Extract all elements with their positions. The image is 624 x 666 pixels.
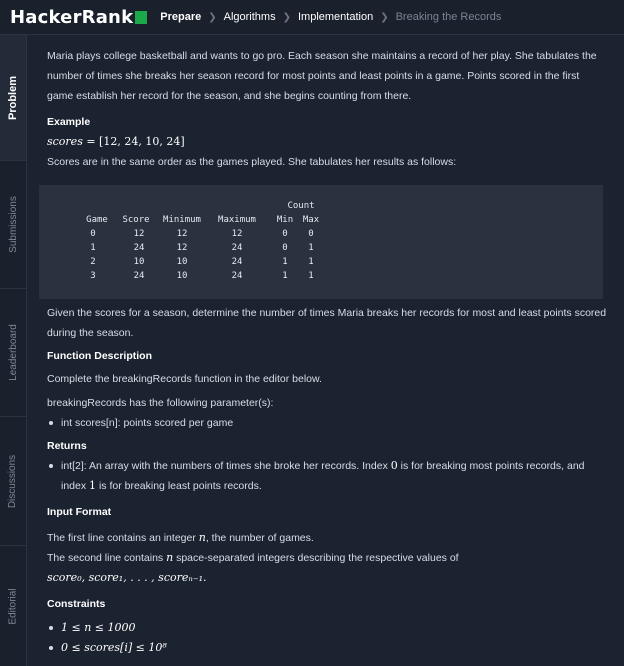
parameter-list: int scores[n]: points scored per game xyxy=(47,413,607,433)
input-text-part: The first line contains an integer xyxy=(47,532,199,544)
tab-leaderboard[interactable]: Leaderboard xyxy=(0,289,26,417)
table-cell: 0 xyxy=(308,229,314,239)
constraints-list: 1 ≤ n ≤ 1000 0 ≤ scores[i] ≤ 10⁸ xyxy=(47,618,607,658)
returns-text-part: is for breaking least points records. xyxy=(96,480,262,492)
constraint-scores: 0 ≤ scores[i] ≤ 10⁸ xyxy=(61,641,167,654)
input-format-line-2: The second line contains n space-separat… xyxy=(47,548,607,568)
tab-problem[interactable]: Problem xyxy=(0,35,26,161)
returns-heading: Returns xyxy=(47,440,87,452)
results-table: Count Game Score Minimum Maximum Min Max… xyxy=(39,185,603,299)
breadcrumb-implementation[interactable]: Implementation xyxy=(298,11,373,23)
input-text-part: , the number of games. xyxy=(205,532,314,544)
table-cell: 12 xyxy=(133,229,145,239)
table-cell: 2 xyxy=(90,257,96,267)
input-format-heading: Input Format xyxy=(47,506,112,518)
table-cell: 12 xyxy=(231,229,243,239)
table-cell: 24 xyxy=(133,271,145,281)
table-cell: 10 xyxy=(176,271,188,281)
tab-editorial[interactable]: Editorial xyxy=(0,546,26,666)
table-cell: 24 xyxy=(231,257,243,267)
list-item: 0 ≤ scores[i] ≤ 10⁸ xyxy=(47,638,607,658)
chevron-right-icon: ❯ xyxy=(208,11,217,23)
logo-text: HackerRank xyxy=(10,6,134,28)
table-cell: 3 xyxy=(90,271,96,281)
example-heading: Example xyxy=(47,116,91,128)
constraint-n: 1 ≤ n ≤ 1000 xyxy=(61,621,136,634)
returns-text-part: int[2]: An array with the numbers of tim… xyxy=(61,460,391,472)
breadcrumb-prepare[interactable]: Prepare xyxy=(160,11,201,23)
column-header: Minimum xyxy=(163,215,201,225)
problem-sidebar-tabs: Problem Submissions Leaderboard Discussi… xyxy=(0,35,27,666)
problem-statement-details: Given the scores for a season, determine… xyxy=(47,303,607,658)
tab-submissions-label: Submissions xyxy=(7,196,19,253)
table-cell: 1 xyxy=(90,243,96,253)
column-header: Max xyxy=(302,215,320,225)
breadcrumb: Prepare ❯ Algorithms ❯ Implementation ❯ … xyxy=(160,11,501,23)
example-value: = [12, 24, 10, 24] xyxy=(82,135,185,148)
example-formula: scores = [12, 24, 10, 24] xyxy=(47,132,607,152)
returns-index-zero: 0 xyxy=(390,459,398,472)
column-header: Score xyxy=(122,215,150,225)
table-cell: 1 xyxy=(308,271,314,281)
tab-discussions[interactable]: Discussions xyxy=(0,417,26,546)
tab-submissions[interactable]: Submissions xyxy=(0,161,26,289)
chevron-right-icon: ❯ xyxy=(282,11,291,23)
list-item: int[2]: An array with the numbers of tim… xyxy=(47,456,607,496)
table-cell: 24 xyxy=(133,243,145,253)
tab-discussions-label: Discussions xyxy=(7,454,19,508)
table-cell: 12 xyxy=(176,243,188,253)
input-format-line-1: The first line contains an integer n, th… xyxy=(47,528,607,548)
table-cell: 1 xyxy=(308,257,314,267)
column-header: Game xyxy=(86,215,108,225)
table-cell: 12 xyxy=(176,229,188,239)
top-navigation-bar: HackerRank Prepare ❯ Algorithms ❯ Implem… xyxy=(0,0,624,35)
returns-list: int[2]: An array with the numbers of tim… xyxy=(47,456,607,496)
breadcrumb-algorithms[interactable]: Algorithms xyxy=(224,11,276,23)
table-cell: 1 xyxy=(308,243,314,253)
tabulate-text: Scores are in the same order as the game… xyxy=(47,156,457,168)
input-text-part: space-separated integers describing the … xyxy=(173,552,459,564)
function-description-heading: Function Description xyxy=(47,350,152,362)
table-cell: 10 xyxy=(176,257,188,267)
chevron-right-icon: ❯ xyxy=(380,11,389,23)
returns-index-one: 1 xyxy=(89,479,97,492)
logo-square-icon xyxy=(135,11,148,24)
given-paragraph: Given the scores for a season, determine… xyxy=(47,307,607,339)
function-description-text: Complete the breakingRecords function in… xyxy=(47,373,322,385)
constraints-heading: Constraints xyxy=(47,598,106,610)
table-cell: 24 xyxy=(231,271,243,281)
example-variable: scores xyxy=(47,135,83,148)
score-sequence: score₀, score₁, . . . , scoreₙ₋₁. xyxy=(47,571,207,584)
tab-leaderboard-label: Leaderboard xyxy=(7,324,19,381)
hackerrank-logo[interactable]: HackerRank xyxy=(10,6,148,28)
intro-paragraph: Maria plays college basketball and wants… xyxy=(47,50,597,102)
tab-problem-label: Problem xyxy=(7,75,20,120)
table-cell: 10 xyxy=(133,257,145,267)
input-variable-n: n xyxy=(198,531,206,544)
tab-editorial-label: Editorial xyxy=(7,587,19,625)
breadcrumb-current-page: Breaking the Records xyxy=(395,11,502,23)
list-item: int scores[n]: points scored per game xyxy=(47,413,607,433)
table-cell: 24 xyxy=(231,243,243,253)
list-item: 1 ≤ n ≤ 1000 xyxy=(47,618,607,638)
input-format-line-3: score₀, score₁, . . . , scoreₙ₋₁. xyxy=(47,568,607,588)
input-text-part: The second line contains xyxy=(47,552,167,564)
column-header: Maximum xyxy=(218,215,256,225)
table-cell: 0 xyxy=(90,229,96,239)
parameters-text: breakingRecords has the following parame… xyxy=(47,397,274,409)
problem-statement: Maria plays college basketball and wants… xyxy=(47,46,607,172)
count-header: Count xyxy=(287,201,315,211)
